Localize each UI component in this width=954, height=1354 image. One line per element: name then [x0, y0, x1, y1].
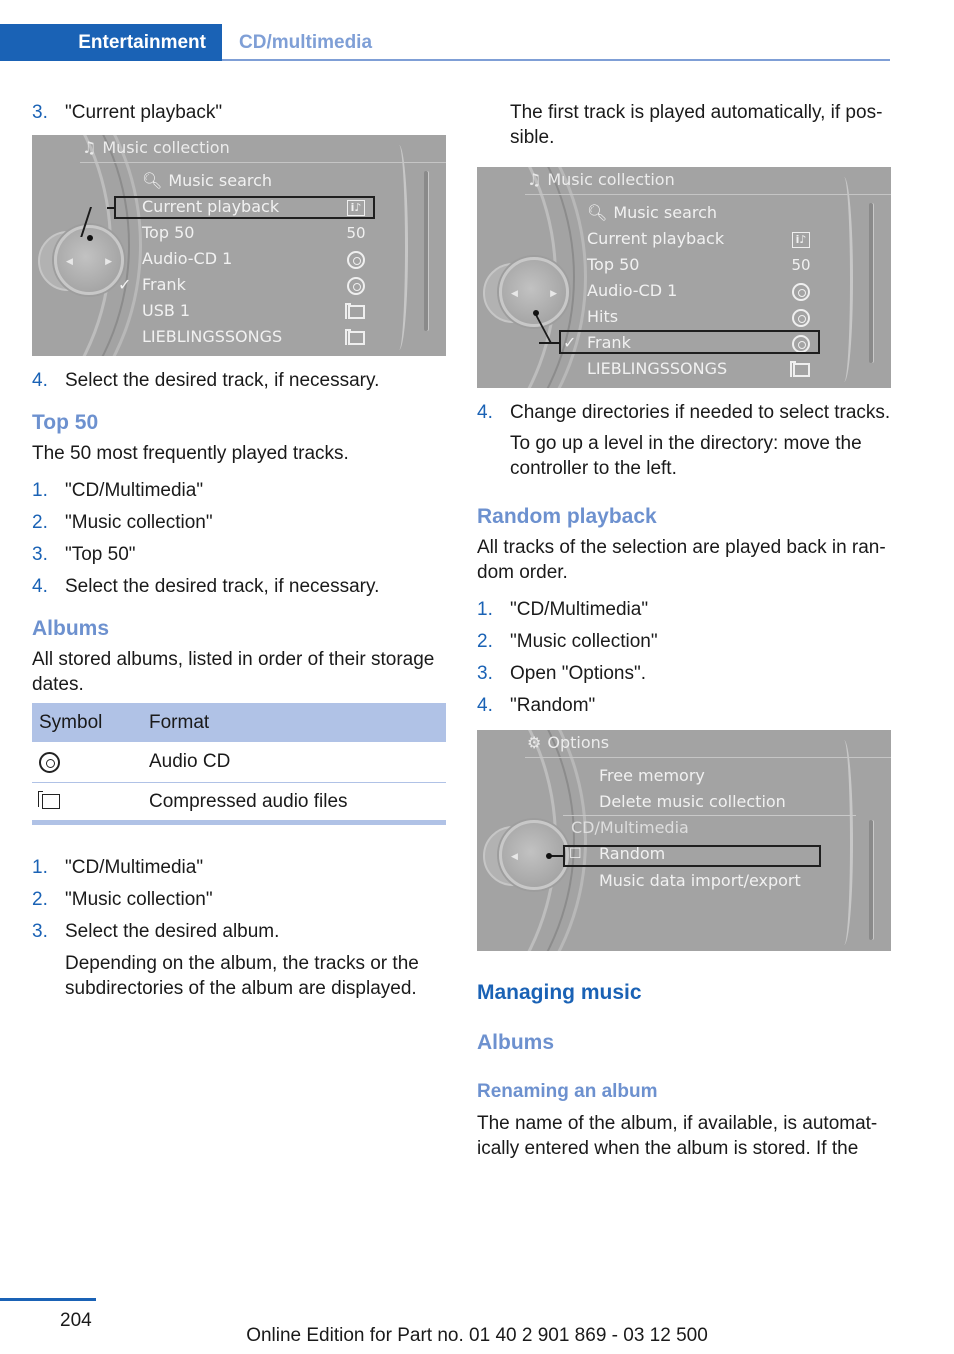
- step-list: 4. Select the desired track, if necessary…: [32, 368, 446, 393]
- section-heading-renaming-album: Renaming an album: [477, 1081, 658, 1102]
- scrollbar: [869, 820, 873, 940]
- screenshot-music-collection-frank: ♫ Music collection ◀ ▶ 🔍︎ Music search Curr…: [477, 167, 891, 388]
- folder-icon: [789, 360, 810, 377]
- section-description: All tracks of the selection are played b…: [477, 537, 886, 583]
- menu-item: Current playback i♪: [587, 227, 847, 251]
- list-item: 4. Select the desired track, if necessary…: [32, 370, 380, 391]
- step-list: 1. "CD/Multimedia" 2. "Music collection" 3…: [32, 855, 446, 944]
- folder-icon: [38, 790, 60, 809]
- header-subsection-tab: CD/multimedia: [239, 32, 373, 53]
- screen-title: ♫ Music collection: [82, 138, 230, 157]
- table-header: Format: [149, 703, 446, 742]
- step-list: 1. "CD/Multimedia" 2. "Music collection" 3…: [32, 478, 446, 599]
- table-header: Symbol: [32, 703, 149, 742]
- step-note: Depending on the album, the tracks or th…: [65, 952, 419, 999]
- selection-highlight: [559, 330, 820, 354]
- cd-icon: [792, 282, 810, 301]
- list-item: 2. "Music collection": [32, 512, 213, 533]
- section-description: All stored albums, listed in order of th…: [32, 649, 435, 695]
- screen-title: ♫ Music collection: [527, 170, 675, 189]
- list-item: 3. Select the desired album.: [32, 920, 280, 942]
- header-section-tab: Entertainment: [0, 24, 222, 61]
- cd-icon: [347, 250, 365, 269]
- list-item: 2. "Music collection": [477, 631, 658, 652]
- selection-highlight: [114, 196, 375, 219]
- list-item: 3. "Current playback": [32, 102, 223, 123]
- menu-item: Delete music collection: [599, 792, 786, 811]
- list-item: 2. "Music collection": [32, 888, 213, 910]
- controller-knob-icon: ◀ ▶: [499, 257, 569, 327]
- step-list: 4. Change directories if needed to select…: [477, 400, 891, 425]
- menu-item: USB 1: [142, 299, 402, 323]
- list-item: 4. Change directories if needed to select…: [477, 402, 891, 423]
- scrollbar: [869, 203, 873, 363]
- section-heading-top50: Top 50: [32, 411, 99, 434]
- music-collection-icon: ♫: [527, 170, 542, 189]
- step-list: 1. "CD/Multimedia" 2. "Music collection" 3…: [477, 597, 891, 718]
- music-collection-icon: ♫: [82, 138, 97, 157]
- list-item: 1. "CD/Multimedia": [32, 480, 204, 501]
- left-column: 3. "Current playback" ♫ Music collection ◀…: [32, 100, 446, 1007]
- header-divider: [222, 59, 890, 61]
- cd-icon: [347, 276, 365, 295]
- cd-icon: [792, 308, 810, 327]
- menu-item: LIEBLINGSSONGS: [587, 357, 847, 381]
- menu-item: Music data import/export: [599, 871, 801, 890]
- menu-item: Top 50 50: [587, 255, 811, 274]
- scrollbar: [424, 171, 428, 331]
- menu-item: LIEBLINGSSONGS: [142, 325, 402, 349]
- menu-item: Free memory: [599, 766, 705, 785]
- selection-highlight: [563, 845, 821, 867]
- info-music-icon: i♪: [792, 231, 810, 248]
- right-column: The first track is played automatically,…: [477, 100, 891, 1167]
- folder-icon: [344, 302, 365, 319]
- list-item: 4. Select the desired track, if necessary…: [32, 576, 380, 597]
- list-item: 1. "CD/Multimedia": [32, 856, 204, 878]
- table-cell: Audio CD: [149, 742, 446, 783]
- menu-item: 🔍︎ Music search: [142, 171, 273, 190]
- table-row: Audio CD: [32, 742, 446, 783]
- step-note: To go up a level in the directory: move …: [510, 433, 862, 479]
- format-symbol-table: Symbol Format Audio CD Compressed audio …: [32, 703, 446, 825]
- list-item: 3. "Top 50": [32, 544, 136, 565]
- step-list: 3. "Current playback": [32, 100, 446, 125]
- list-item: 1. "CD/Multimedia": [477, 599, 649, 620]
- search-icon: 🔍︎: [587, 203, 608, 222]
- list-item: 4. "Random": [477, 695, 596, 716]
- menu-item: Audio-CD 1: [587, 279, 847, 303]
- screen-title: ⚙ Options: [527, 733, 610, 752]
- footer-edition: Online Edition for Part no. 01 40 2 901 …: [246, 1325, 708, 1346]
- section-heading-albums: Albums: [32, 617, 110, 640]
- table-header-row: Symbol Format: [32, 703, 446, 742]
- menu-section-header: CD/Multimedia: [571, 818, 689, 837]
- cd-icon: [39, 751, 60, 773]
- section-text: The name of the album, if available, is …: [477, 1113, 878, 1159]
- section-heading-albums: Albums: [477, 1031, 555, 1054]
- footer-accent-line: [0, 1298, 96, 1301]
- menu-item: Audio-CD 1: [142, 247, 402, 271]
- list-item: 3. Open "Options".: [477, 663, 647, 684]
- menu-item: 🔍︎ Music search: [587, 203, 718, 222]
- section-heading-managing-music: Managing music: [477, 981, 642, 1004]
- intro-text: The first track is played automatically,…: [510, 102, 883, 148]
- screenshot-music-collection: ♫ Music collection ◀ ▶ 🔍︎ Music search Curr…: [32, 135, 446, 356]
- folder-icon: [344, 328, 365, 345]
- section-description: The 50 most frequently played tracks.: [32, 443, 349, 464]
- table-row: Compressed audio files: [32, 782, 446, 825]
- section-heading-random: Random playback: [477, 505, 657, 528]
- options-icon: ⚙: [527, 733, 542, 752]
- search-icon: 🔍︎: [142, 171, 163, 190]
- menu-item: ✓ Frank: [118, 273, 402, 297]
- screenshot-options: ⚙ Options ◀ Free memory Delete music coll…: [477, 730, 891, 951]
- table-cell: Compressed audio files: [149, 782, 446, 825]
- menu-item: Top 50 50: [142, 223, 366, 242]
- menu-item: Hits: [587, 305, 847, 329]
- checkmark-icon: ✓: [118, 275, 132, 294]
